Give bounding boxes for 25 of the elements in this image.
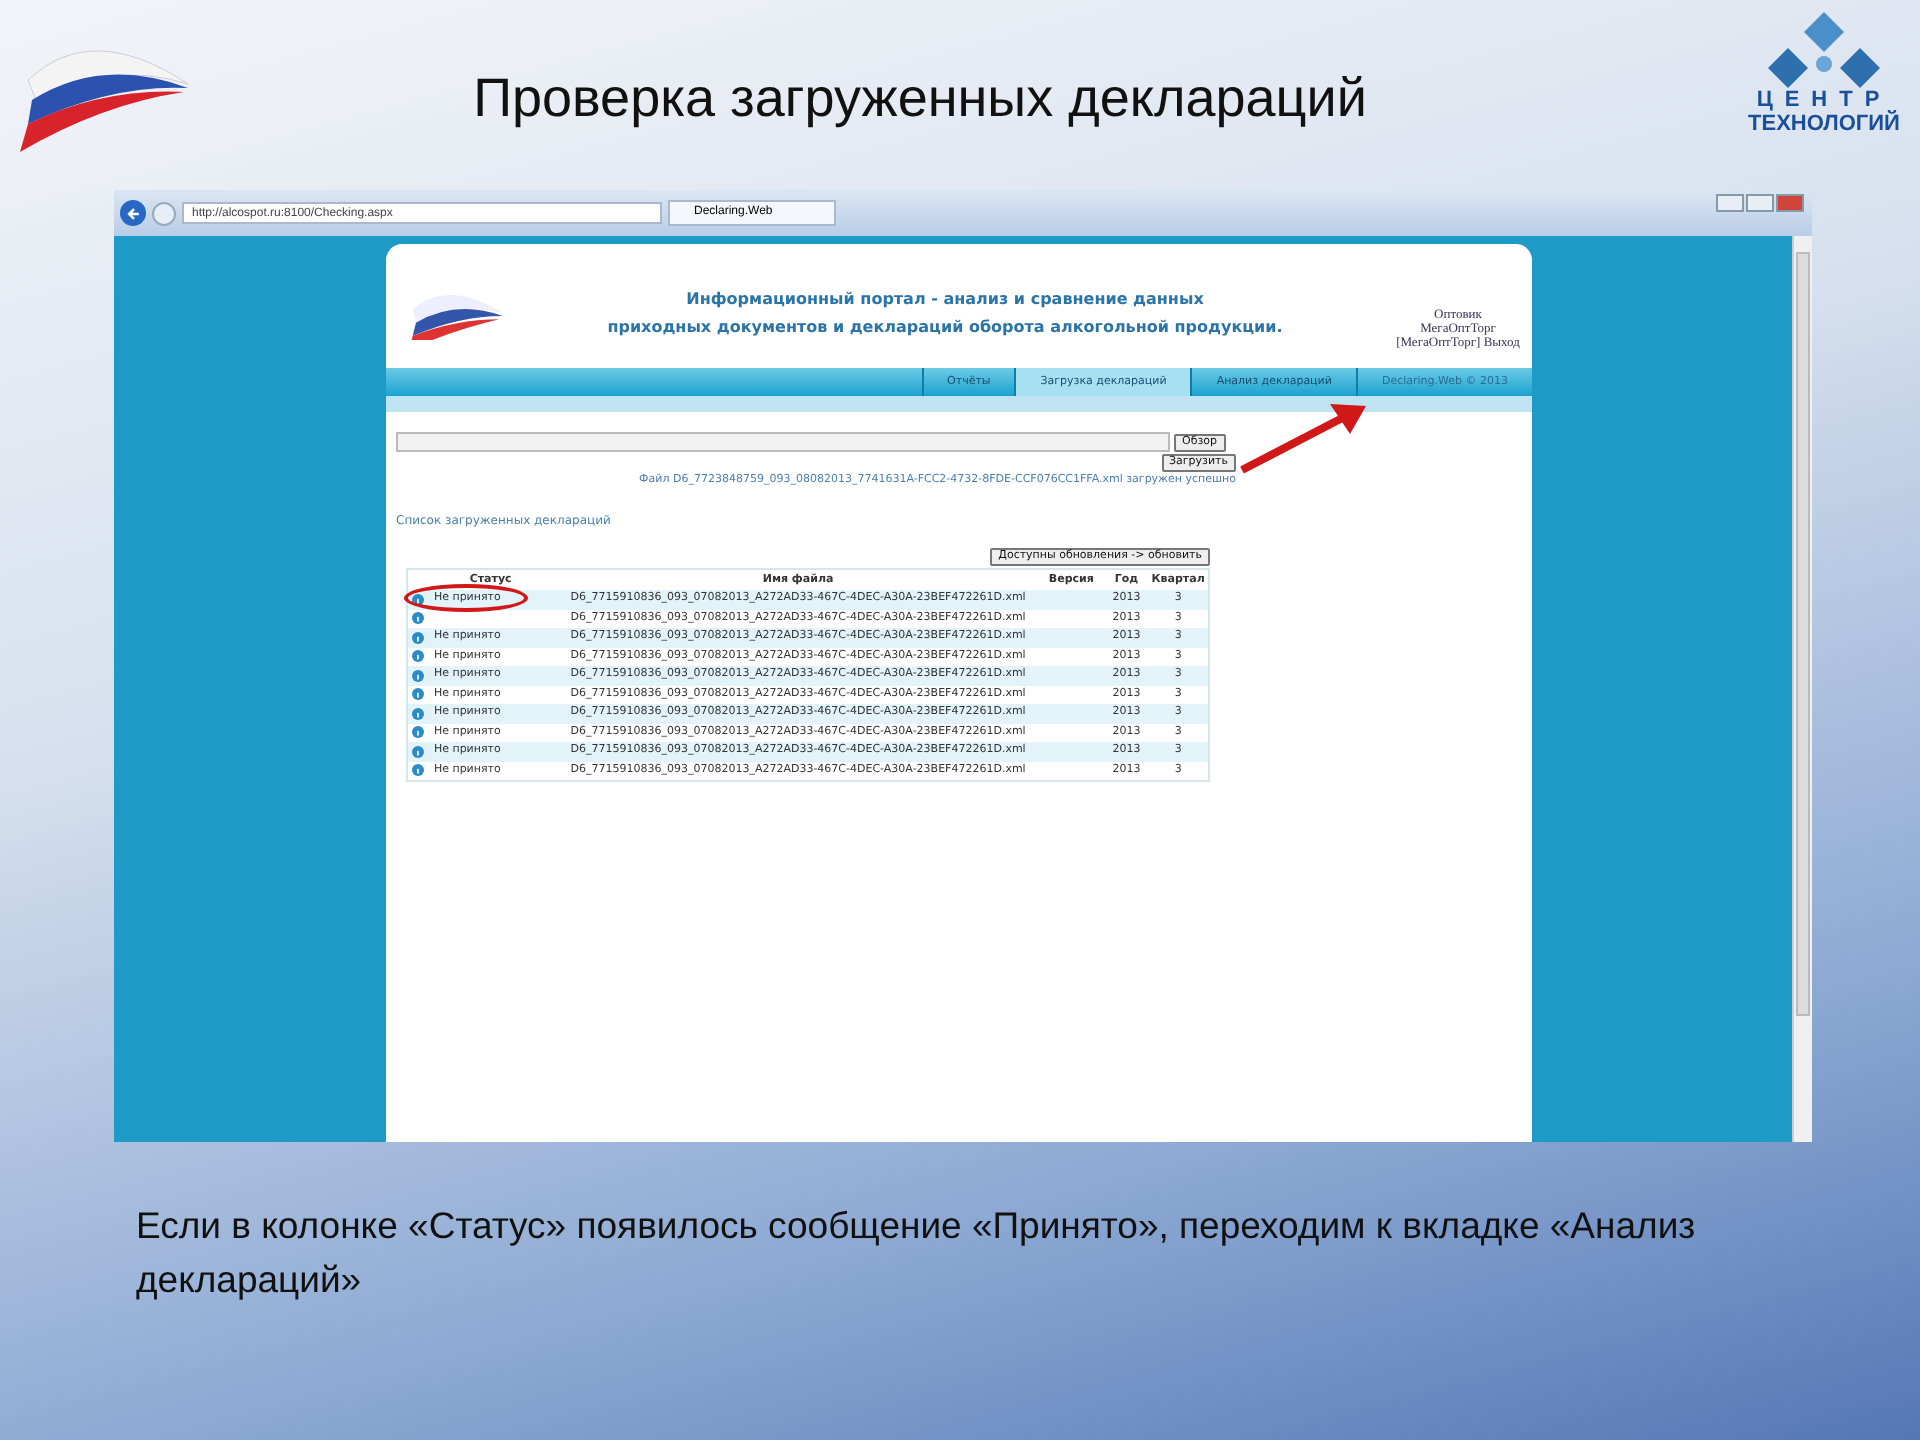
info-icon [411, 593, 424, 606]
logo-text: ЦЕНТР [1756, 88, 1892, 112]
info-icon [411, 650, 424, 663]
info-icon [411, 631, 424, 644]
back-arrow-icon [125, 205, 141, 221]
info-icon [411, 612, 424, 625]
slide-title: Проверка загруженных деклараций [471, 68, 1369, 130]
slide-caption: Если в колонке «Статус» появилось сообщение «Принято», переходим к вкладке «Анализ деклараций» [136, 1202, 1698, 1304]
logo-text: ТЕХНОЛОГИЙ [1748, 112, 1900, 136]
minimize-button[interactable] [1716, 194, 1744, 212]
cubes-logo-icon [1764, 8, 1884, 88]
scrollbar[interactable] [1792, 236, 1812, 1142]
info-icon [411, 707, 424, 720]
info-icon [411, 669, 424, 682]
back-button[interactable] [120, 200, 146, 226]
info-icon [411, 745, 424, 758]
info-icon [411, 764, 424, 777]
forward-button[interactable] [152, 201, 176, 225]
maximize-button[interactable] [1746, 194, 1774, 212]
info-icon [411, 688, 424, 701]
file-input-field[interactable] [396, 432, 1170, 452]
portal-heading: Информационный портал - анализ и сравнение данных [686, 289, 1204, 307]
portal-heading: приходных документов и деклараций оборота алкогольной продукции. [607, 317, 1283, 335]
close-button[interactable] [1776, 194, 1804, 212]
info-icon [411, 726, 424, 739]
